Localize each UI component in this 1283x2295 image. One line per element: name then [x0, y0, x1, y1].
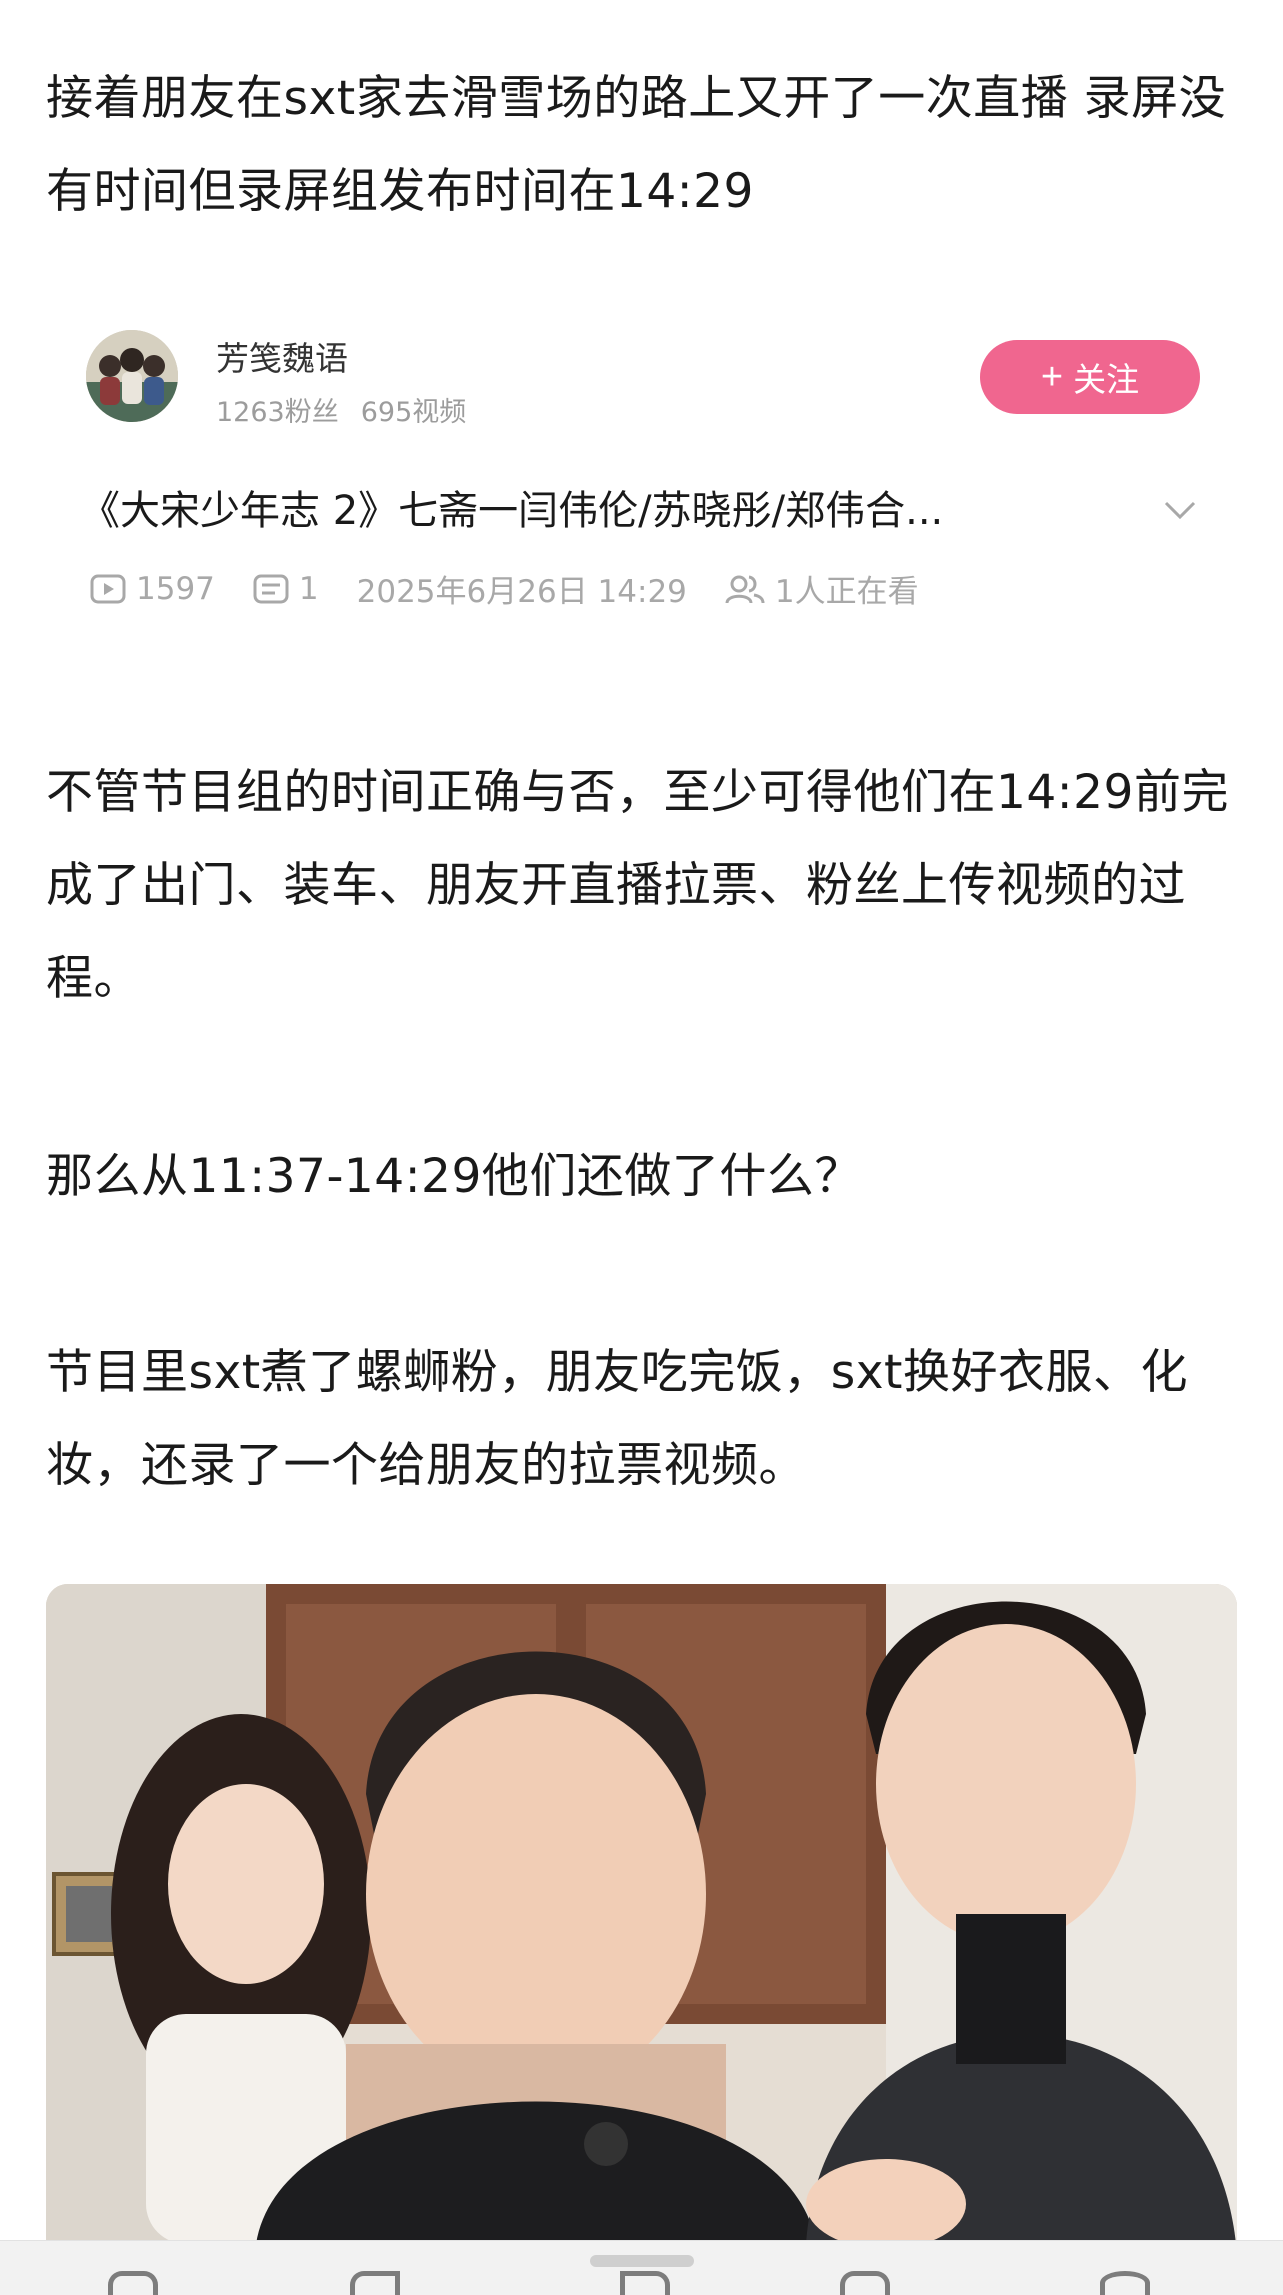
play-count: 1597 [136, 570, 215, 607]
notification-icon[interactable] [840, 2271, 890, 2295]
chevron-down-icon[interactable] [1160, 490, 1200, 530]
viewers-icon [725, 573, 765, 605]
embedded-video-card[interactable]: 芳笺魏语 1263粉丝 695视频 + 关注 《大宋少年志 2》七斋一闫伟伦/苏… [60, 310, 1220, 640]
channel-name[interactable]: 芳笺魏语 [216, 332, 348, 380]
follow-label: 关注 [1073, 361, 1140, 398]
post-paragraph: 节目里sxt煮了螺蛳粉，朋友吃完饭，sxt换好衣服、化妆，还录了一个给朋友的拉票… [46, 1345, 1188, 1493]
post-paragraph: 接着朋友在sxt家去滑雪场的路上又开了一次直播 录屏没有时间但录屏组发布时间在1… [46, 71, 1227, 219]
channel-avatar[interactable] [86, 330, 178, 422]
publish-time: 2025年6月26日 14:29 [356, 574, 687, 610]
watching-count: 1人正在看 [774, 574, 919, 610]
videos-count: 695视频 [360, 397, 467, 428]
fans-count: 1263粉丝 [216, 397, 339, 428]
play-count-icon [90, 573, 126, 605]
home-icon[interactable] [108, 2271, 158, 2295]
video-title[interactable]: 《大宋少年志 2》七斋一闫伟伦/苏晓彤/郑伟合... [80, 478, 1140, 536]
comment-count: 1 [298, 570, 319, 607]
follow-button[interactable]: + 关注 [980, 340, 1200, 414]
post-paragraph: 不管节目组的时间正确与否，至少可得他们在14:29前完成了出门、装车、朋友开直播… [46, 765, 1229, 1006]
post-paragraph: 那么从11:37-14:29他们还做了什么？ [46, 1149, 862, 1204]
plus-icon: + [1040, 356, 1064, 398]
post-photo[interactable] [46, 1584, 1237, 2244]
comment-count-icon [253, 573, 289, 605]
bottom-toolbar [0, 2240, 1283, 2295]
video-meta: 1597 1 2025年6月26日 14:29 1人正在看 [90, 566, 919, 611]
discover-icon[interactable] [350, 2271, 400, 2295]
drag-handle[interactable] [590, 2255, 694, 2267]
profile-icon[interactable] [1100, 2271, 1150, 2295]
channel-stats: 1263粉丝 695视频 [216, 390, 466, 429]
message-icon[interactable] [620, 2271, 670, 2295]
